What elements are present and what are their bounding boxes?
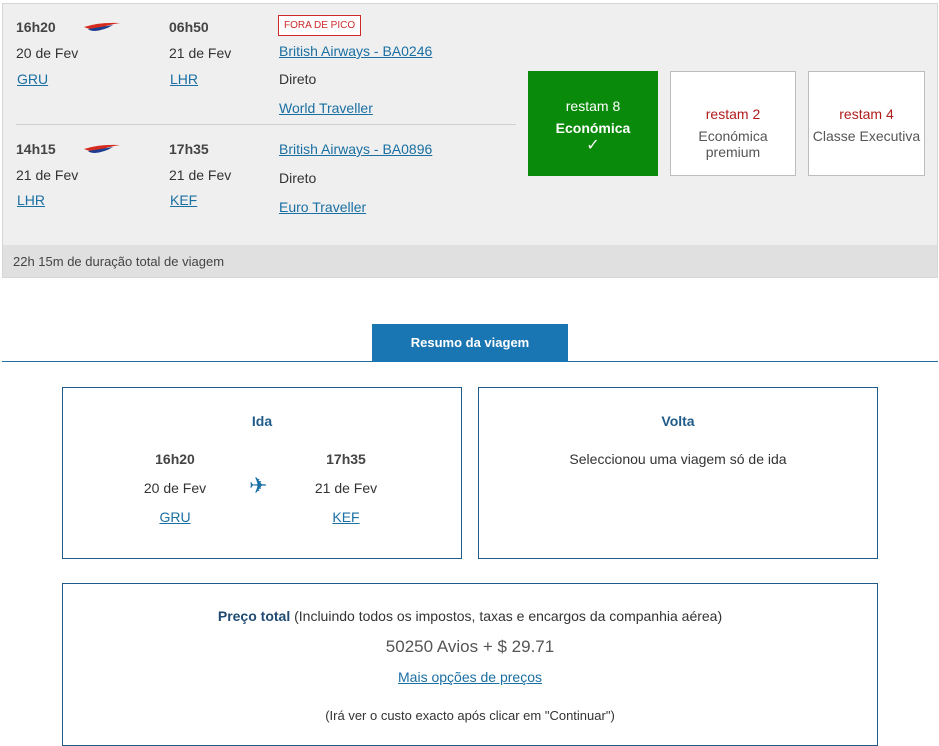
british-airways-logo-icon bbox=[84, 22, 120, 31]
outbound-departure-date: 20 de Fev bbox=[143, 480, 207, 496]
cabin-brand-link[interactable]: World Traveller bbox=[279, 100, 373, 116]
price-disclaimer: (Irá ver o custo exacto após clicar em "… bbox=[325, 708, 615, 723]
british-airways-logo-icon bbox=[84, 144, 120, 153]
return-title: Volta bbox=[661, 413, 695, 429]
tab-trip-summary[interactable]: Resumo da viagem bbox=[372, 324, 568, 362]
more-price-options-link[interactable]: Mais opções de preços bbox=[398, 669, 542, 685]
outbound-departure-airport-link[interactable]: GRU bbox=[125, 509, 225, 525]
flight-number-link[interactable]: British Airways - BA0246 bbox=[279, 43, 432, 59]
total-price-line: Preço total (Incluindo todos os impostos… bbox=[63, 608, 877, 624]
return-message: Seleccionou uma viagem só de ida bbox=[569, 451, 787, 467]
stops-label: Direto bbox=[279, 71, 317, 87]
departure-date: 21 de Fev bbox=[16, 167, 79, 183]
return-summary-card: Volta Seleccionou uma viagem só de ida bbox=[478, 387, 878, 559]
cabin-name: Económica bbox=[555, 120, 631, 136]
departure-time: 16h20 bbox=[16, 19, 56, 35]
outbound-summary-card: Ida 16h20 20 de Fev GRU ✈ 17h35 21 de Fe… bbox=[62, 387, 462, 559]
cabin-option-economy[interactable]: restam 8 Económica ✓ bbox=[528, 71, 658, 176]
outbound-arrival-airport-link[interactable]: KEF bbox=[296, 509, 396, 525]
airplane-icon: ✈ bbox=[249, 473, 268, 498]
flight-option-panel: 16h20 20 de Fev GRU 06h50 21 de Fev LHR … bbox=[2, 3, 938, 278]
arrival-time: 06h50 bbox=[169, 19, 209, 35]
seats-remaining: restam 4 bbox=[839, 106, 894, 122]
departure-airport-link[interactable]: GRU bbox=[17, 71, 48, 87]
cabin-option-premium-economy[interactable]: restam 2 Económica premium bbox=[670, 71, 796, 176]
total-duration-bar: 22h 15m de duração total de viagem bbox=[3, 245, 937, 277]
off-peak-badge: FORA DE PICO bbox=[278, 15, 362, 36]
arrival-time: 17h35 bbox=[169, 141, 209, 157]
arrival-date: 21 de Fev bbox=[169, 45, 232, 61]
outbound-title: Ida bbox=[251, 413, 273, 429]
cabin-name: Classe Executiva bbox=[812, 128, 921, 144]
outbound-departure-time: 16h20 bbox=[155, 451, 195, 467]
total-price-note: (Incluindo todos os impostos, taxas e en… bbox=[294, 608, 723, 624]
flight-number-link[interactable]: British Airways - BA0896 bbox=[279, 141, 432, 157]
outbound-arrival-time: 17h35 bbox=[326, 451, 366, 467]
flight-segment-1: 16h20 20 de Fev GRU 06h50 21 de Fev LHR … bbox=[3, 4, 517, 124]
arrival-airport-link[interactable]: LHR bbox=[170, 71, 198, 87]
seats-remaining: restam 2 bbox=[705, 106, 761, 122]
cabin-brand-link[interactable]: Euro Traveller bbox=[279, 199, 366, 215]
cabin-name: Económica premium bbox=[698, 128, 768, 160]
arrival-airport-link[interactable]: KEF bbox=[170, 192, 197, 208]
stops-label: Direto bbox=[279, 170, 317, 186]
price-summary-card: Preço total (Incluindo todos os impostos… bbox=[62, 583, 878, 746]
total-duration-text: 22h 15m de duração total de viagem bbox=[13, 254, 225, 269]
flight-segment-2: 14h15 21 de Fev LHR 17h35 21 de Fev KEF … bbox=[3, 126, 517, 246]
total-price-label: Preço total bbox=[217, 608, 291, 624]
outbound-arrival-date: 21 de Fev bbox=[314, 480, 378, 496]
arrival-date: 21 de Fev bbox=[169, 167, 232, 183]
total-price-amount: 50250 Avios + $ 29.71 bbox=[385, 637, 555, 656]
more-price-options-wrap: Mais opções de preços bbox=[63, 669, 877, 685]
seats-remaining: restam 8 bbox=[565, 98, 621, 114]
departure-time: 14h15 bbox=[16, 141, 56, 157]
segment-divider bbox=[16, 124, 516, 125]
departure-date: 20 de Fev bbox=[16, 45, 79, 61]
cabin-option-business[interactable]: restam 4 Classe Executiva bbox=[808, 71, 925, 176]
checkmark-icon: ✓ bbox=[586, 137, 600, 154]
departure-airport-link[interactable]: LHR bbox=[17, 192, 45, 208]
